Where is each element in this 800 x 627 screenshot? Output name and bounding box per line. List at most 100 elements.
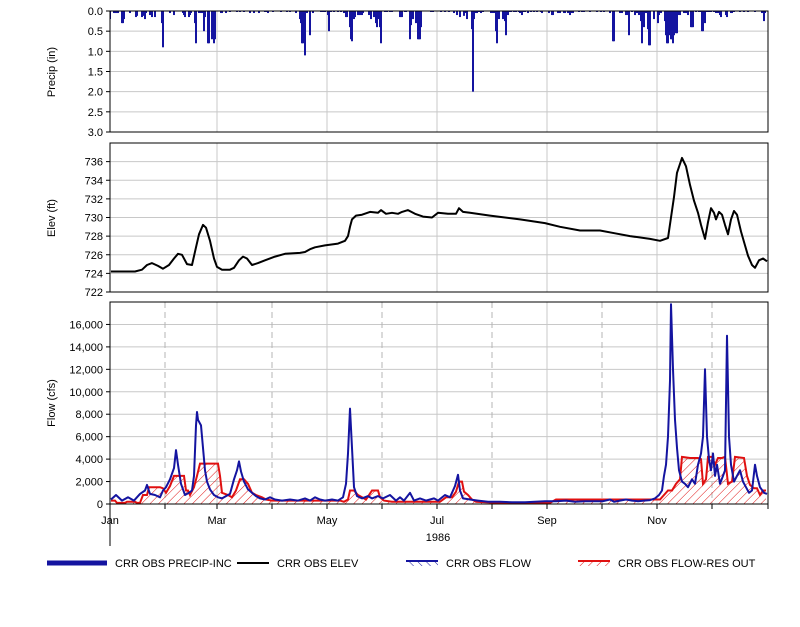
- precip-bar: [173, 11, 175, 16]
- legend-label-precip: CRR OBS PRECIP-INC: [115, 558, 232, 570]
- precip-bar: [472, 11, 474, 92]
- precip-bar: [354, 11, 356, 18]
- precip-bar: [625, 11, 627, 16]
- x-tick-label: May: [317, 515, 338, 527]
- precip-bar: [30, 11, 32, 29]
- precip-bar: [11, 11, 13, 13]
- y-tick-label: 16,000: [69, 319, 103, 331]
- legend-item-flow: CRR OBS FLOW: [406, 558, 532, 570]
- precip-bar: [380, 11, 382, 44]
- precip-bar: [704, 11, 706, 24]
- precip-bar: [459, 11, 461, 18]
- y-tick-label: 2.5: [88, 107, 103, 119]
- precip-bar: [154, 11, 156, 18]
- y-tick-label: 12,000: [69, 364, 103, 376]
- precip-bar: [42, 11, 44, 12]
- precip-bar: [204, 11, 206, 18]
- precip-bar: [702, 11, 704, 32]
- precip-bar: [473, 11, 475, 20]
- flow-y-ticks: 0 2,000 4,000 6,000 8,000 10,000 12,000 14,000 1…: [69, 319, 110, 511]
- precip-bar: [51, 11, 53, 25]
- precip-bar: [368, 11, 370, 16]
- x-axis: 1986 Jan Mar May Jul Sep Nov: [101, 504, 769, 546]
- legend-label-elev: CRR OBS ELEV: [277, 558, 359, 570]
- precip-bar: [359, 11, 361, 16]
- legend-label-flow: CRR OBS FLOW: [446, 558, 532, 570]
- precip-bar: [82, 11, 84, 13]
- precip-bar: [412, 11, 414, 20]
- precip-bar: [638, 11, 640, 16]
- precip-bar: [502, 11, 504, 20]
- precip-bar: [184, 11, 186, 18]
- precip-bar: [107, 11, 109, 17]
- y-tick-label: 14,000: [69, 342, 103, 354]
- precip-bar: [211, 11, 213, 40]
- precip-bar: [552, 11, 554, 16]
- legend-label-res-out: CRR OBS FLOW-RES OUT: [618, 558, 756, 570]
- precip-bar: [149, 11, 151, 16]
- precip-bar: [643, 11, 645, 28]
- precip-bar: [214, 11, 216, 40]
- flow-y-axis-label: Flow (cfs): [46, 379, 58, 427]
- precip-bar: [56, 11, 58, 12]
- precip-bar: [679, 11, 681, 16]
- legend-item-precip: CRR OBS PRECIP-INC: [47, 558, 232, 570]
- precip-bar: [634, 11, 636, 16]
- y-tick-label: 6,000: [75, 432, 103, 444]
- precip-bar: [692, 11, 694, 28]
- elev-panel: 722 724 726 728 730 732 734 736 Elev (ft): [46, 142, 769, 299]
- elev-y-ticks: 722 724 726 728 730 732 734 736: [85, 157, 110, 299]
- precip-bar: [18, 11, 20, 14]
- precip-bar: [304, 11, 306, 56]
- precip-bar: [653, 11, 655, 20]
- elev-gridlines: [109, 143, 768, 293]
- precip-bar: [68, 11, 70, 13]
- precip-bar: [302, 11, 304, 44]
- precip-bar: [496, 11, 498, 44]
- precip-bar: [720, 11, 722, 18]
- y-tick-label: 726: [85, 250, 103, 262]
- y-tick-label: 722: [85, 287, 103, 299]
- precip-bar: [641, 11, 643, 44]
- y-tick-label: 0.0: [88, 6, 103, 18]
- y-tick-label: 0.5: [88, 26, 103, 38]
- precip-bar: [65, 11, 67, 33]
- precip-bar: [420, 11, 422, 28]
- y-tick-label: 724: [85, 268, 103, 280]
- precip-bar: [142, 11, 144, 16]
- x-axis-year-label: 1986: [426, 532, 450, 544]
- y-tick-label: 4,000: [75, 454, 103, 466]
- precip-bar: [613, 11, 615, 42]
- flow-lines: [110, 303, 768, 504]
- y-tick-label: 1.0: [88, 46, 103, 58]
- precip-bar: [373, 11, 375, 18]
- x-tick-label: Nov: [647, 515, 667, 527]
- y-tick-label: 0: [97, 499, 103, 511]
- x-tick-label: Jul: [430, 515, 444, 527]
- flow-panel: 0 2,000 4,000 6,000 8,000 10,000 12,000 14,000 1…: [46, 301, 769, 511]
- precip-bar: [70, 11, 72, 15]
- precip-bar: [328, 11, 330, 32]
- precip-bar: [649, 11, 651, 46]
- precip-bar: [208, 11, 210, 44]
- y-tick-label: 10,000: [69, 387, 103, 399]
- elev-y-axis-label: Elev (ft): [46, 199, 58, 237]
- precip-bar: [54, 11, 56, 29]
- y-tick-label: 734: [85, 175, 103, 187]
- y-tick-label: 736: [85, 157, 103, 169]
- precip-bar: [401, 11, 403, 18]
- precip-bar: [151, 11, 153, 18]
- precip-bar: [59, 11, 61, 23]
- precip-bar: [370, 11, 372, 20]
- precip-bar: [505, 11, 507, 36]
- precip-bar: [77, 11, 79, 17]
- precip-bar: [376, 11, 378, 28]
- x-tick-label: Sep: [537, 515, 557, 527]
- precip-bar: [104, 11, 106, 13]
- precip-bar: [658, 11, 660, 16]
- precip-panel: 0.0 0.5 1.0 1.5 2.0 2.5 3.0 Precip (in): [11, 6, 769, 139]
- legend-item-res-out: CRR OBS FLOW-RES OUT: [578, 558, 756, 570]
- precip-bar: [309, 11, 311, 36]
- y-tick-label: 2.0: [88, 87, 103, 99]
- precip-bar: [44, 11, 46, 19]
